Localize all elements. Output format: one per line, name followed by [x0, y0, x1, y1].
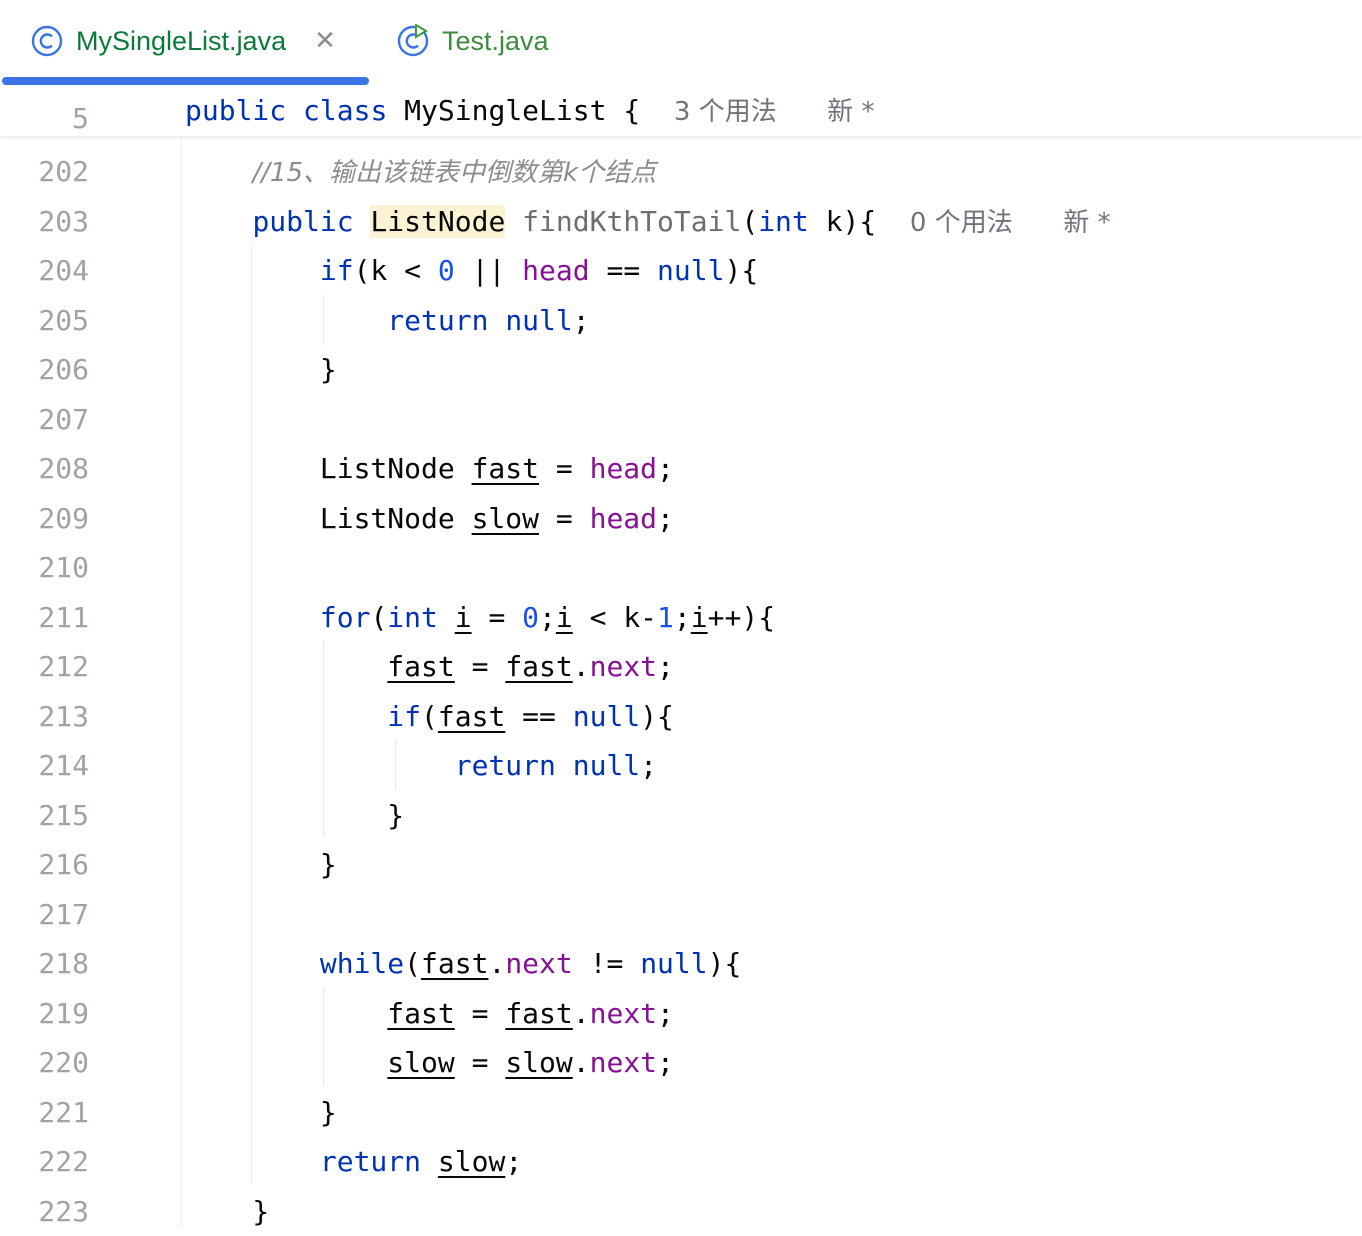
code-line[interactable]: } [185, 791, 404, 841]
code-line[interactable]: fast = fast.next; [185, 642, 674, 692]
code-line[interactable]: while(fast.next != null){ [185, 939, 741, 989]
sticky-class-header[interactable]: 5 public class MySingleList { 3 个用法 新 * [0, 86, 1362, 136]
tab-label: Test.java [442, 26, 549, 57]
line-number: 219 [0, 989, 89, 1039]
code-editor[interactable]: MySingleList.java ✕ Test.java 5 public c… [0, 0, 1362, 1227]
code-line[interactable]: if(fast == null){ [185, 692, 674, 742]
line-number: 205 [0, 296, 89, 346]
usages-hint[interactable]: 3 个用法 [674, 97, 777, 127]
line-number: 206 [0, 345, 89, 395]
line-number: 207 [0, 395, 89, 445]
line-number: 211 [0, 593, 89, 643]
code-line[interactable]: ListNode slow = head; [185, 494, 674, 544]
code-line[interactable]: public ListNode findKthToTail(int k){ 0 … [185, 197, 1111, 247]
java-class-icon [30, 24, 64, 58]
line-number: 220 [0, 1038, 89, 1088]
line-number: 208 [0, 444, 89, 494]
code-line[interactable]: //15、输出该链表中倒数第k个结点 [185, 147, 656, 197]
editor-tab-bar: MySingleList.java ✕ Test.java [0, 0, 1362, 87]
line-number-gutter: 202 203 204 205 206 207 208 209 210 211 … [0, 136, 182, 1227]
line-number: 212 [0, 642, 89, 692]
code-line[interactable]: } [185, 345, 337, 395]
line-number: 221 [0, 1088, 89, 1138]
line-number: 209 [0, 494, 89, 544]
code-line[interactable]: return slow; [185, 1137, 522, 1187]
code-line[interactable]: } [185, 1088, 337, 1138]
tab-test[interactable]: Test.java [396, 0, 549, 82]
code-line[interactable]: return null; [185, 741, 657, 791]
line-number: 204 [0, 246, 89, 296]
code-line[interactable]: if(k < 0 || head == null){ [185, 246, 758, 296]
author-hint[interactable]: 新 * [827, 97, 874, 127]
java-test-class-icon [396, 24, 430, 58]
line-number: 202 [0, 147, 89, 197]
line-number: 214 [0, 741, 89, 791]
line-number: 5 [0, 94, 89, 144]
line-number: 203 [0, 197, 89, 247]
line-number: 218 [0, 939, 89, 989]
line-number: 213 [0, 692, 89, 742]
comment: //15、输出该链表中倒数第k个结点 [252, 158, 656, 188]
active-tab-indicator [2, 77, 369, 85]
line-number: 210 [0, 543, 89, 593]
code-line[interactable]: slow = slow.next; [185, 1038, 674, 1088]
tab-label: MySingleList.java [76, 26, 286, 57]
line-number: 222 [0, 1137, 89, 1187]
code-line[interactable]: ListNode fast = head; [185, 444, 674, 494]
code-line[interactable]: } [185, 840, 337, 890]
author-hint[interactable]: 新 * [1063, 208, 1110, 238]
code-line[interactable]: fast = fast.next; [185, 989, 674, 1039]
tab-mysinglelist[interactable]: MySingleList.java ✕ [0, 0, 369, 82]
code-line[interactable]: return null; [185, 296, 590, 346]
code-line[interactable]: } [185, 1187, 269, 1236]
line-number: 223 [0, 1187, 89, 1236]
line-number: 215 [0, 791, 89, 841]
code-line[interactable]: for(int i = 0;i < k-1;i++){ [185, 593, 775, 643]
line-number: 217 [0, 890, 89, 940]
usages-hint[interactable]: 0 个用法 [910, 208, 1013, 238]
class-declaration: public class MySingleList { 3 个用法 新 * [185, 86, 875, 136]
close-icon[interactable]: ✕ [314, 26, 336, 56]
line-number: 216 [0, 840, 89, 890]
